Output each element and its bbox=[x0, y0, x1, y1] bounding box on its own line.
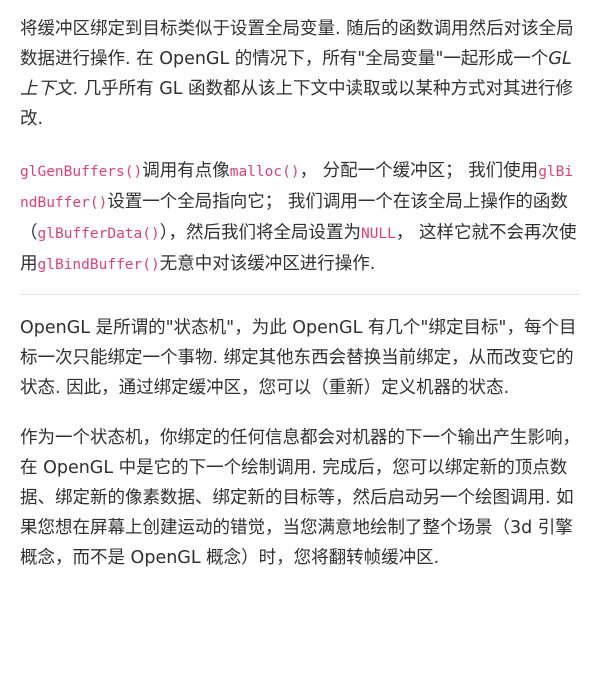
paragraph-text: 将缓冲区绑定到目标类似于设置全局变量. 随后的函数调用然后对该全局数据进行操作.… bbox=[20, 19, 574, 69]
code-malloc: malloc() bbox=[229, 164, 300, 180]
code-null: NULL bbox=[360, 226, 396, 242]
article-content: 将缓冲区绑定到目标类似于设置全局变量. 随后的函数调用然后对该全局数据进行操作.… bbox=[20, 14, 580, 573]
paragraph-text: ），然后我们将全局设置为 bbox=[159, 223, 361, 243]
paragraph-buffer-calls: glGenBuffers()调用有点像malloc()， 分配一个缓冲区； 我们… bbox=[20, 156, 580, 280]
paragraph-text: 无意中对该缓冲区进行操作. bbox=[159, 254, 376, 274]
code-glgenbuffers: glGenBuffers() bbox=[20, 164, 143, 180]
paragraph-text: ， 分配一个缓冲区； 我们使用 bbox=[299, 161, 539, 181]
code-glbufferdata: glBufferData() bbox=[37, 226, 160, 242]
paragraph-text: . 几乎所有 GL 函数都从该上下文中读取或以某种方式对其进行修改. bbox=[20, 79, 574, 129]
code-glbindbuffer: glBindBuffer() bbox=[37, 257, 160, 273]
paragraph-binding-global: 将缓冲区绑定到目标类似于设置全局变量. 随后的函数调用然后对该全局数据进行操作.… bbox=[20, 14, 580, 134]
paragraph-draw-calls: 作为一个状态机，你绑定的任何信息都会对机器的下一个输出产生影响，在 OpenGL… bbox=[20, 428, 580, 568]
paragraph-text: 调用有点像 bbox=[142, 161, 230, 181]
paragraph-state-machine: OpenGL 是所谓的"状态机"，为此 OpenGL 有几个"绑定目标"，每个目… bbox=[20, 318, 577, 398]
section-divider bbox=[20, 294, 580, 295]
